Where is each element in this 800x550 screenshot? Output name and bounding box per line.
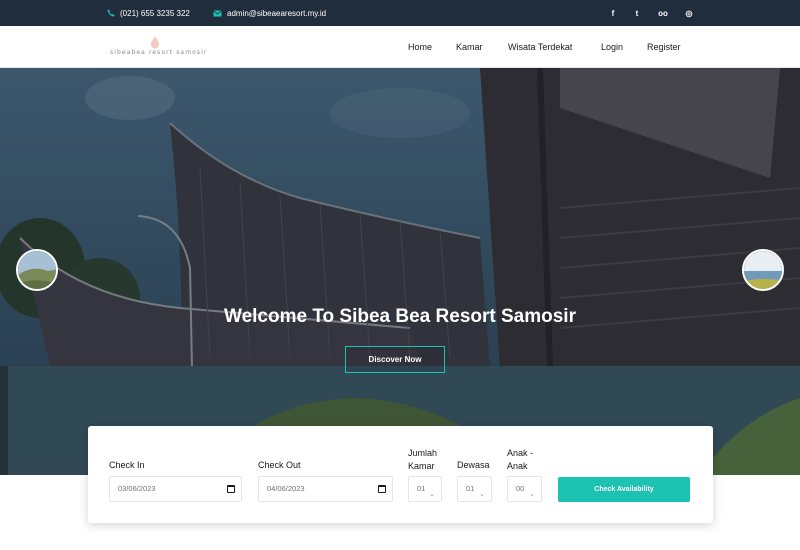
nav-wisata-terdekat[interactable]: Wisata Terdekat (508, 26, 572, 68)
check-availability-button[interactable]: Check Availability (558, 477, 690, 502)
instagram-icon[interactable]: ◎ (682, 0, 696, 26)
chevron-down-icon: ⌄ (479, 491, 485, 498)
rooms-label-line-2: Kamar (408, 461, 435, 471)
chevron-down-icon: ⌄ (529, 491, 535, 498)
rooms-label-line-1: Jumlah (408, 448, 438, 458)
discover-now-button[interactable]: Discover Now (345, 346, 445, 373)
check-out-date-input[interactable]: 04/06/2023 (258, 476, 393, 502)
slider-prev-thumbnail[interactable] (16, 249, 58, 291)
adults-select[interactable]: 01 ⌄ (457, 476, 492, 502)
children-value: 00 (516, 484, 525, 493)
adults-label: Dewasa (457, 460, 490, 470)
booking-form: Check In 03/06/2023 Check Out 04/06/2023… (88, 426, 713, 523)
rooms-select[interactable]: 01 ⌄ (408, 476, 442, 502)
calendar-icon[interactable] (227, 485, 235, 493)
site-logo[interactable]: sibeabea resort samosir (110, 34, 206, 60)
children-label: Anak - Anak (507, 447, 533, 473)
email-contact: admin@sibeaearesort.my.id (213, 0, 326, 26)
chevron-down-icon: ⌄ (429, 491, 435, 498)
check-out-value: 04/06/2023 (267, 484, 305, 493)
nav-register[interactable]: Register (647, 26, 681, 68)
rooms-label: Jumlah Kamar (408, 447, 437, 473)
facebook-icon[interactable]: f (606, 0, 620, 26)
hero-slider: Welcome To Sibea Bea Resort Samosir Disc… (0, 68, 800, 475)
phone-number: (021) 655 3235 322 (120, 8, 190, 18)
phone-icon (107, 9, 115, 17)
tripadvisor-icon[interactable]: oo (656, 0, 670, 26)
nav-home[interactable]: Home (408, 26, 432, 68)
calendar-icon[interactable] (378, 485, 386, 493)
twitter-icon[interactable]: t (630, 0, 644, 26)
logo-text: sibeabea resort samosir (110, 49, 208, 56)
top-bar: (021) 655 3235 322 admin@sibeaearesort.m… (0, 0, 800, 26)
rooms-value: 01 (417, 484, 426, 493)
envelope-icon (213, 9, 222, 17)
check-out-label: Check Out (258, 460, 301, 470)
logo-drop-icon (150, 36, 160, 49)
email-address: admin@sibeaearesort.my.id (227, 8, 327, 18)
phone-contact: (021) 655 3235 322 (107, 0, 190, 26)
adults-value: 01 (466, 484, 475, 493)
slider-next-thumbnail[interactable] (742, 249, 784, 291)
children-label-line-1: Anak - (507, 448, 534, 458)
hero-title: Welcome To Sibea Bea Resort Samosir (224, 306, 576, 327)
nav-login[interactable]: Login (601, 26, 623, 68)
hero-background-image (0, 68, 800, 475)
children-label-line-2: Anak (507, 461, 528, 471)
check-in-date-input[interactable]: 03/06/2023 (109, 476, 242, 502)
check-in-label: Check In (109, 460, 145, 470)
children-select[interactable]: 00 ⌄ (507, 476, 542, 502)
check-in-value: 03/06/2023 (118, 484, 156, 493)
site-header: sibeabea resort samosir Home Kamar Wisat… (0, 26, 800, 68)
nav-kamar[interactable]: Kamar (456, 26, 483, 68)
